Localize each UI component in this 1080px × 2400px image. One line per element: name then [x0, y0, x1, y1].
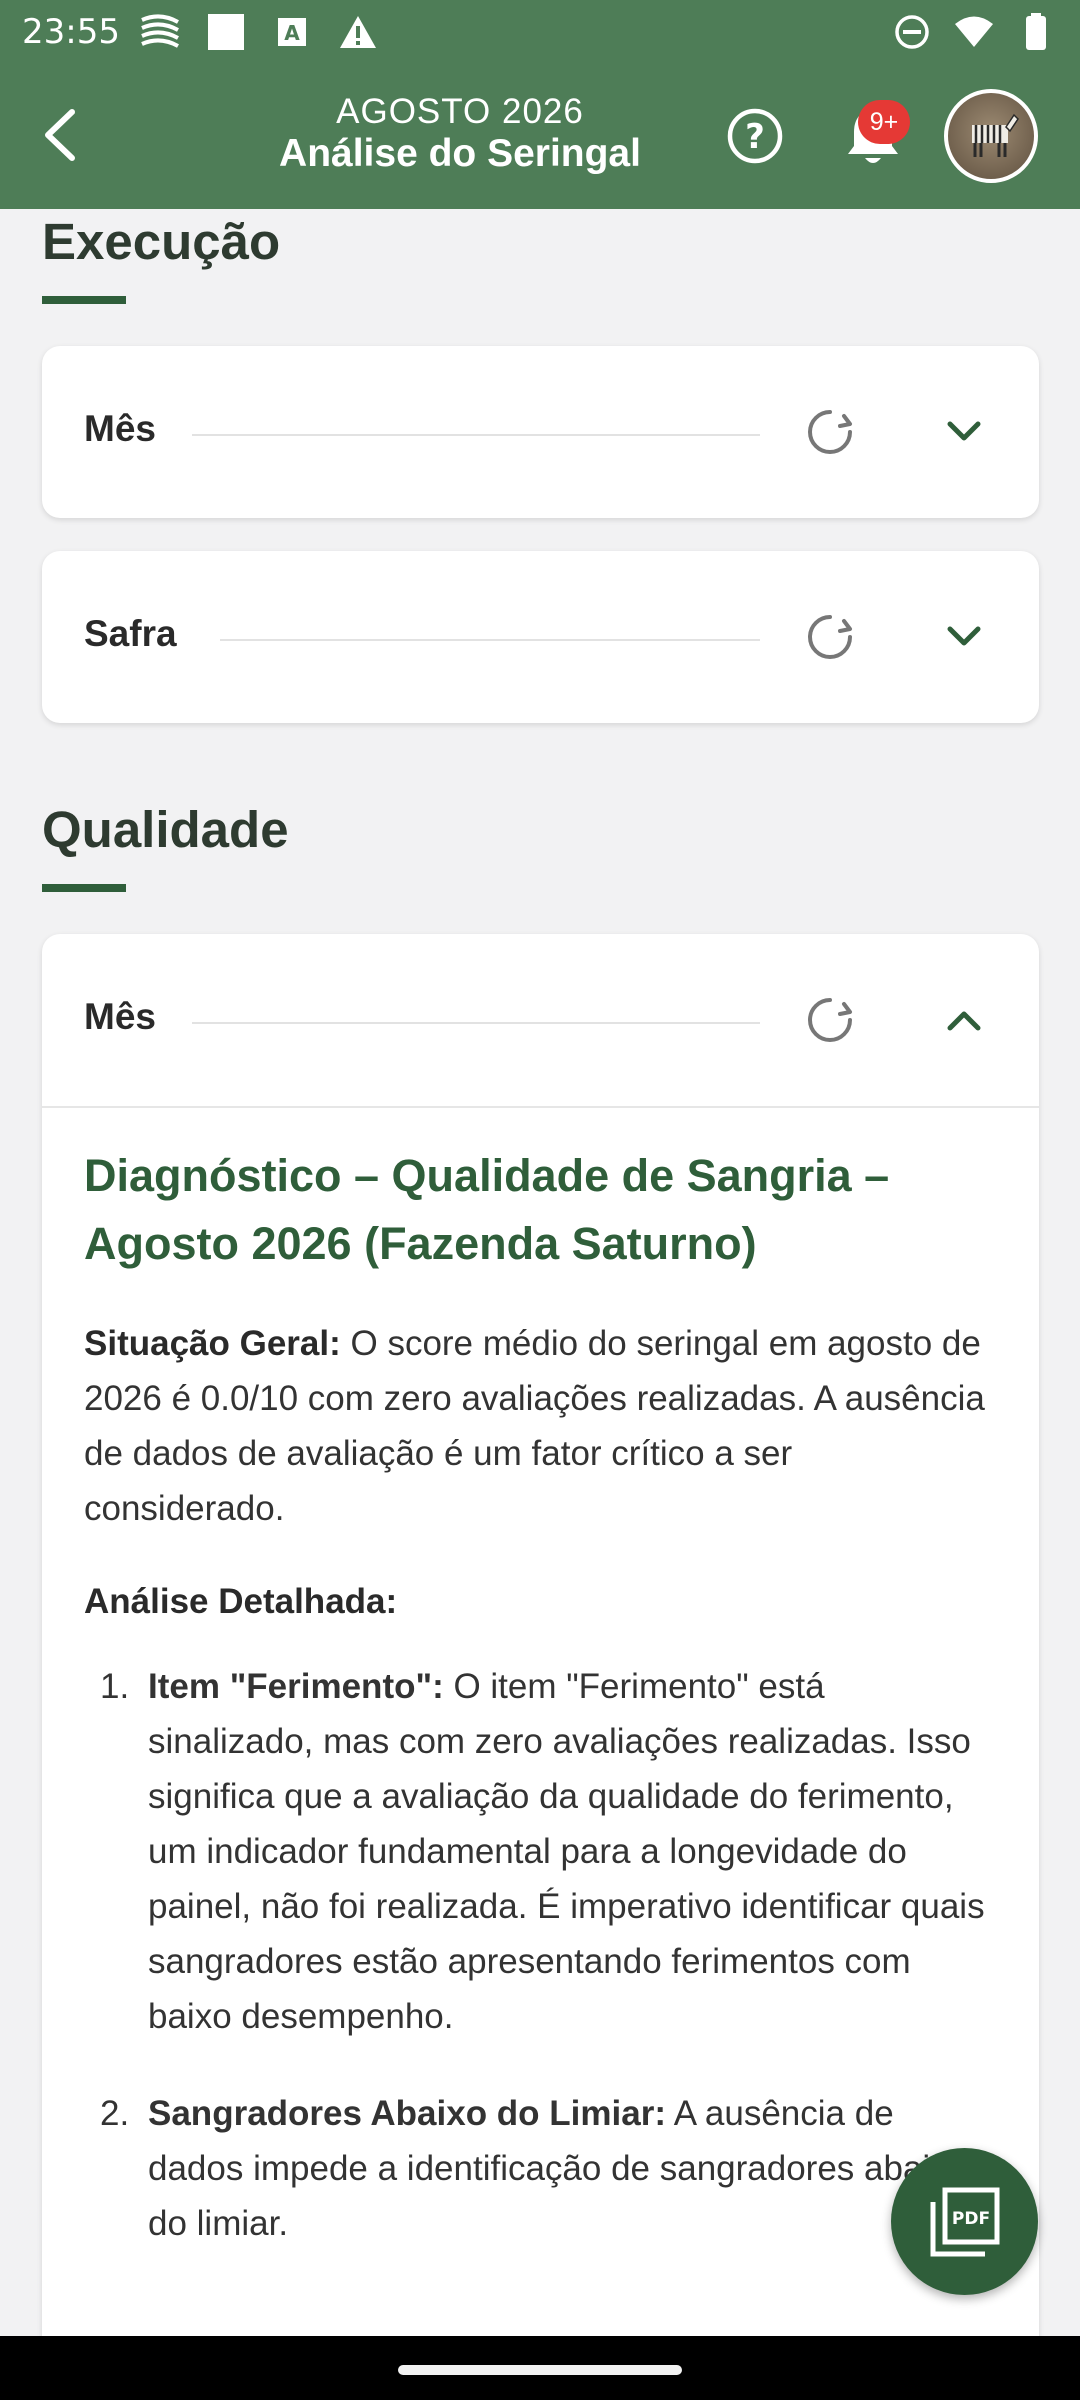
- help-icon: ?: [727, 108, 783, 164]
- status-icons-left: A: [140, 12, 378, 52]
- card-header[interactable]: Mês: [42, 934, 1039, 1106]
- square-icon: [206, 12, 246, 52]
- refresh-icon[interactable]: [804, 406, 856, 458]
- status-bar: 23:55 A: [0, 0, 1080, 64]
- header-month: AGOSTO 2026: [336, 92, 584, 131]
- chevron-down-icon: [947, 421, 981, 441]
- wifi-icon: [954, 12, 994, 52]
- chevron-down-icon: [947, 626, 981, 646]
- section-title-execucao: Execução: [42, 213, 281, 270]
- divider-line: [192, 1022, 760, 1024]
- analysis-list: 1. Item "Ferimento": O item "Ferimento" e…: [84, 1659, 994, 2251]
- export-pdf-button[interactable]: PDF: [891, 2148, 1038, 2295]
- card-qualidade-mes: Mês Diagnóstico – Qualidade de Sangria –…: [42, 934, 1039, 2394]
- card-label: Mês: [84, 996, 156, 1037]
- do-not-disturb-icon: [892, 12, 932, 52]
- avatar[interactable]: [944, 89, 1038, 183]
- card-execucao-safra: Safra: [42, 551, 1039, 723]
- system-nav-bar: [0, 2336, 1080, 2400]
- situacao-geral-paragraph: Situação Geral: O score médio do seringa…: [84, 1316, 994, 1536]
- expand-button[interactable]: [938, 406, 990, 458]
- list-item-label: Item "Ferimento":: [148, 1667, 444, 1706]
- warning-icon: [338, 12, 378, 52]
- app-header: 23:55 A AGOSTO 2026 Análise do Seringal …: [0, 0, 1080, 209]
- card-header[interactable]: Safra: [42, 551, 1039, 723]
- collapse-button[interactable]: [938, 994, 990, 1046]
- back-button[interactable]: [30, 100, 90, 170]
- stacks-icon: [140, 12, 180, 52]
- page-title: Análise do Seringal: [279, 132, 641, 175]
- list-item-text: O item "Ferimento" está sinalizado, mas …: [148, 1667, 985, 2036]
- list-item: 1. Item "Ferimento": O item "Ferimento" e…: [84, 1659, 994, 2044]
- list-number: 1.: [100, 1667, 130, 1706]
- svg-text:?: ?: [745, 117, 765, 157]
- refresh-icon[interactable]: [804, 994, 856, 1046]
- svg-text:PDF: PDF: [951, 2209, 989, 2229]
- card-label: Mês: [84, 408, 156, 449]
- situacao-label: Situação Geral:: [84, 1324, 341, 1363]
- zebra-image: [972, 113, 1019, 157]
- status-icons-right: [892, 12, 1056, 52]
- section-title-qualidade: Qualidade: [42, 801, 289, 858]
- divider-line: [220, 639, 760, 641]
- status-time: 23:55: [22, 12, 120, 52]
- svg-text:A: A: [284, 21, 300, 45]
- a-icon: A: [272, 12, 312, 52]
- divider-line: [192, 434, 760, 436]
- section-underline: [42, 296, 126, 304]
- section-underline: [42, 884, 126, 892]
- diagnostic-content: Diagnóstico – Qualidade de Sangria – Ago…: [84, 1142, 994, 2293]
- pdf-icon: PDF: [930, 2187, 999, 2256]
- analise-label: Análise Detalhada:: [84, 1582, 398, 1621]
- notification-badge: 9+: [858, 100, 910, 144]
- analise-heading: Análise Detalhada:: [84, 1574, 994, 1629]
- home-handle[interactable]: [398, 2365, 682, 2375]
- card-divider: [42, 1106, 1039, 1108]
- card-header[interactable]: Mês: [42, 346, 1039, 518]
- list-item: 2. Sangradores Abaixo do Limiar: A ausênc…: [84, 2086, 994, 2251]
- list-item-label: Sangradores Abaixo do Limiar:: [148, 2094, 666, 2133]
- card-label: Safra: [84, 613, 177, 654]
- help-button[interactable]: ?: [726, 107, 784, 165]
- list-number: 2.: [100, 2094, 130, 2133]
- expand-button[interactable]: [938, 611, 990, 663]
- refresh-icon[interactable]: [804, 611, 856, 663]
- chevron-up-icon: [947, 1011, 981, 1031]
- battery-icon: [1016, 12, 1056, 52]
- diagnostic-title: Diagnóstico – Qualidade de Sangria – Ago…: [84, 1150, 890, 1269]
- chevron-left-icon: [45, 109, 75, 161]
- card-execucao-mes: Mês: [42, 346, 1039, 518]
